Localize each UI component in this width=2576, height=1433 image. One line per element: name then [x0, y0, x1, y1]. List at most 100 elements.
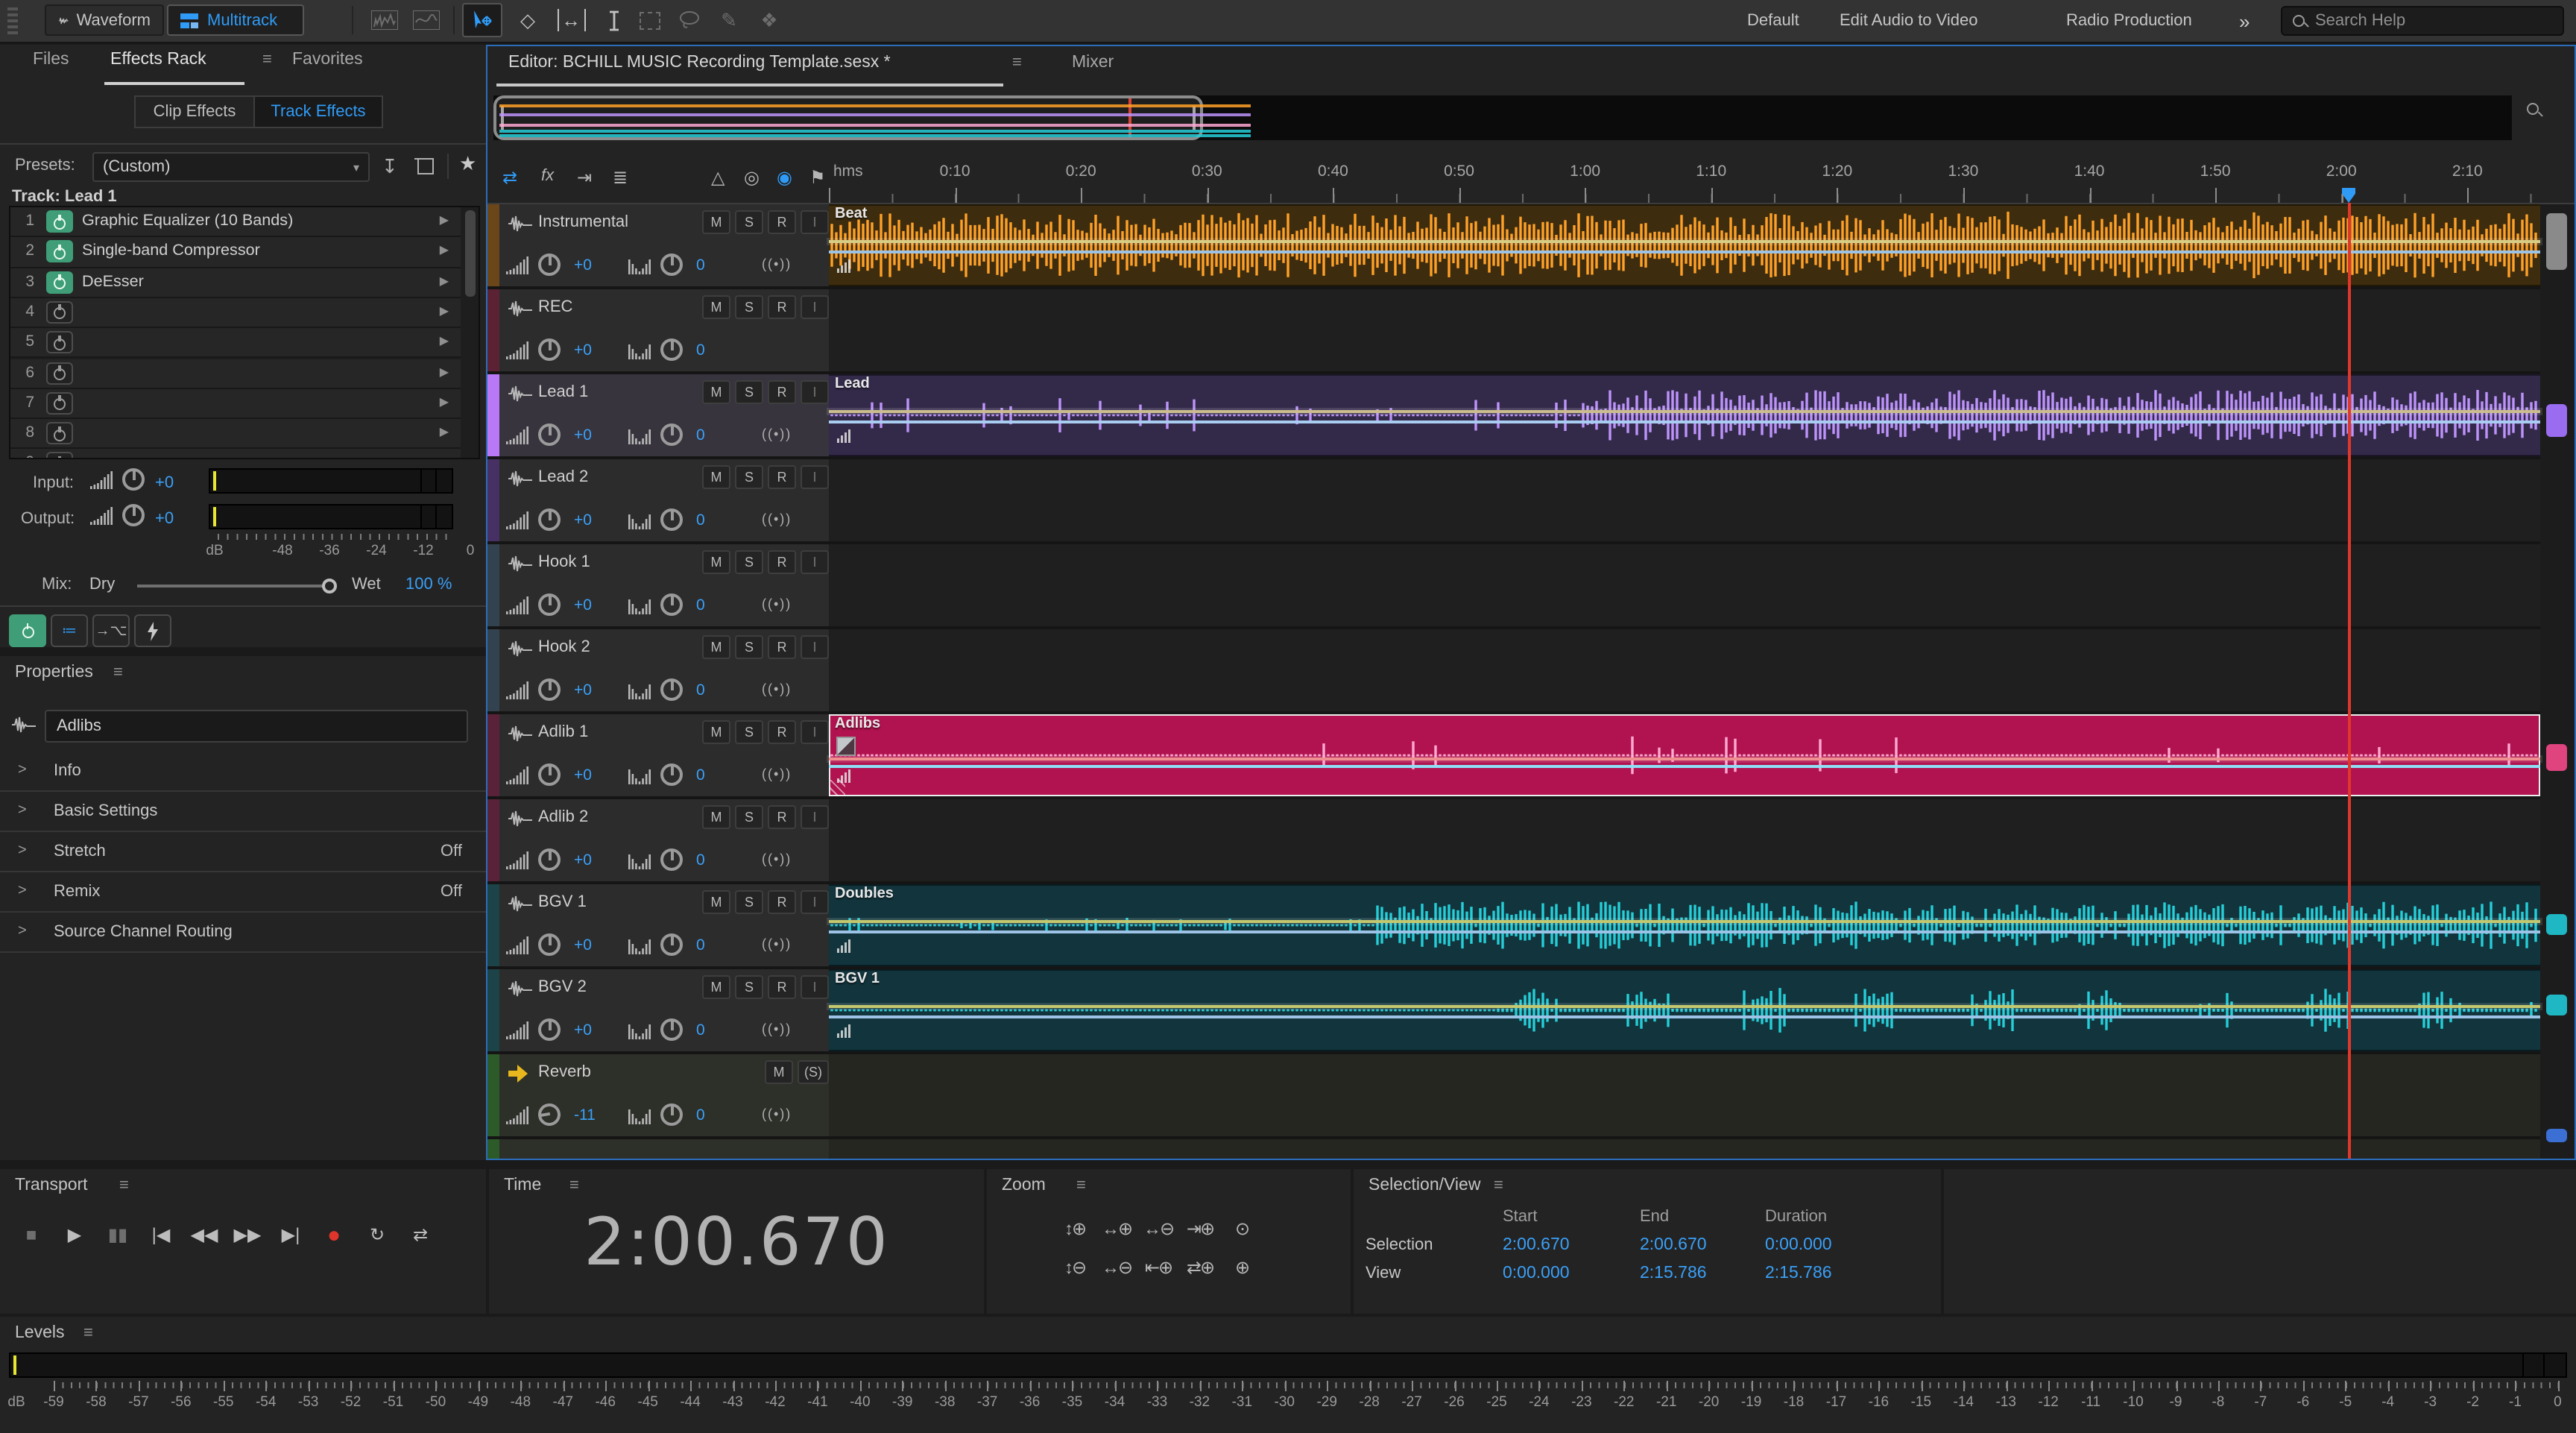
track-r-button[interactable]: R [768, 550, 796, 574]
navigator-viewport[interactable] [493, 95, 1203, 140]
marquee-selection-tool[interactable] [632, 4, 668, 36]
volume-value[interactable]: -11 [574, 1106, 596, 1124]
time-display[interactable]: 2:00.670 [489, 1205, 984, 1281]
track-name[interactable]: Instrumental [538, 213, 628, 231]
track-i-button[interactable]: I [801, 975, 829, 999]
effect-slot-row[interactable]: 2Single-band Compressor▶ [10, 238, 461, 268]
chevron-right-icon[interactable]: ▶ [440, 365, 449, 378]
track-i-button[interactable]: I [801, 295, 829, 319]
volume-value[interactable]: +0 [574, 341, 592, 359]
pan-knob[interactable] [660, 1018, 683, 1041]
pan-value[interactable]: 0 [696, 1021, 705, 1039]
tab-favorites[interactable]: Favorites [292, 51, 363, 69]
effect-slot-row[interactable]: 8▶ [10, 419, 461, 450]
chevron-right-icon[interactable]: ▶ [440, 274, 449, 287]
monitor-input-icon[interactable]: ((•)) [762, 936, 792, 951]
monitor-input-icon[interactable]: ((•)) [762, 1021, 792, 1036]
audio-clip-doubles[interactable]: Doubles [829, 884, 2540, 966]
track-i-button[interactable]: I [801, 210, 829, 234]
monitor-input-icon[interactable]: ((•)) [762, 426, 792, 441]
spectral-pitch-icon[interactable] [408, 4, 444, 36]
track-s-button[interactable]: S [735, 890, 763, 914]
track-s-button[interactable]: S [735, 465, 763, 489]
mix-slider-knob[interactable] [322, 579, 337, 593]
editor-tab[interactable]: Editor: BCHILL MUSIC Recording Template.… [508, 54, 891, 72]
track-m-button[interactable]: M [702, 805, 730, 829]
mix-value[interactable]: 100 % [405, 576, 452, 593]
effect-power-toggle[interactable] [46, 331, 73, 353]
pan-knob[interactable] [660, 593, 683, 616]
volume-knob[interactable] [538, 678, 561, 701]
pan-knob[interactable] [660, 338, 683, 361]
track-r-button[interactable]: R [768, 210, 796, 234]
clip-gain-icon[interactable] [836, 429, 851, 447]
effect-power-toggle[interactable] [46, 422, 73, 444]
effect-power-toggle[interactable] [46, 271, 73, 293]
rack-power-button[interactable] [9, 614, 46, 647]
track-r-button[interactable]: R [768, 380, 796, 404]
input-gain-value[interactable]: +0 [155, 474, 174, 492]
volume-knob[interactable] [538, 253, 561, 276]
panel-menu-icon[interactable]: ≡ [569, 1177, 579, 1194]
track-effects-button[interactable]: Track Effects [253, 95, 383, 128]
effect-power-toggle[interactable] [46, 362, 73, 384]
track-header[interactable]: ReverbM(S)-110((•)) [487, 1054, 829, 1136]
metering-icon[interactable]: ≣ [613, 167, 628, 188]
rack-scrollbar[interactable] [465, 210, 476, 297]
volume-value[interactable]: +0 [574, 766, 592, 784]
chevron-right-icon[interactable]: ▶ [440, 213, 449, 227]
panel-menu-icon[interactable]: ≡ [1494, 1177, 1503, 1194]
track-header[interactable]: BGV 2MSRI+00((•)) [487, 969, 829, 1051]
panel-menu-icon[interactable]: ≡ [1012, 54, 1022, 72]
metronome-icon[interactable]: △ [711, 167, 724, 188]
pan-value[interactable]: 0 [696, 426, 705, 444]
mixer-tab[interactable]: Mixer [1072, 54, 1114, 72]
zoom-in-amplitude-button[interactable]: ↕⊕ [1055, 1214, 1094, 1244]
track-m-button[interactable]: M [702, 380, 730, 404]
pre-render-toggle-button[interactable]: ≔ [51, 614, 88, 647]
more-workspaces-chevron[interactable]: » [2239, 0, 2250, 42]
toggle-keyframes-icon[interactable]: ⇄ [502, 167, 517, 188]
track-i-button[interactable]: I [801, 465, 829, 489]
track-lane[interactable] [829, 1139, 2540, 1159]
view-end[interactable]: 2:15.786 [1640, 1264, 1707, 1282]
track-name[interactable]: Lead 1 [538, 383, 588, 401]
volume-envelope-line[interactable] [829, 410, 2540, 413]
clip-effects-button[interactable]: Clip Effects [134, 95, 255, 128]
track-m-button[interactable]: M [765, 1060, 793, 1084]
process-effects-button[interactable] [134, 614, 171, 647]
track-m-button[interactable]: M [702, 635, 730, 659]
audio-clip-lead[interactable]: Lead [829, 374, 2540, 456]
presets-dropdown[interactable]: (Custom) ▾ [92, 152, 370, 182]
ibeam-tool[interactable] [596, 4, 632, 36]
pan-knob[interactable] [660, 423, 683, 446]
time-selection-tool[interactable]: ↔ [549, 4, 593, 36]
track-s-button[interactable]: S [735, 975, 763, 999]
effect-slot-row[interactable]: 7▶ [10, 389, 461, 420]
save-preset-icon[interactable]: ↧ [382, 155, 398, 179]
volume-value[interactable]: +0 [574, 681, 592, 699]
volume-envelope-line[interactable] [829, 1005, 2540, 1008]
track-s-button[interactable]: S [735, 805, 763, 829]
volume-value[interactable]: +0 [574, 426, 592, 444]
search-help-input[interactable]: Search Help [2281, 6, 2564, 36]
track-m-button[interactable]: M [702, 210, 730, 234]
track-name[interactable]: Hook 1 [538, 553, 590, 571]
go-to-start-button[interactable]: |◀ [142, 1220, 180, 1250]
pan-knob[interactable] [660, 763, 683, 786]
workspace-default[interactable]: Default [1747, 0, 1799, 42]
snap-icon[interactable]: ◎ [744, 167, 760, 188]
track-m-button[interactable]: M [702, 890, 730, 914]
track-i-button[interactable]: I [801, 720, 829, 744]
panel-menu-icon[interactable]: ≡ [83, 1324, 93, 1342]
chevron-right-icon[interactable]: ▶ [440, 425, 449, 438]
panel-menu-icon[interactable]: ≡ [113, 664, 123, 681]
track-header[interactable]: Lead 2MSRI+00((•)) [487, 459, 829, 541]
volume-knob[interactable] [538, 508, 561, 531]
pan-knob[interactable] [660, 933, 683, 956]
selection-duration[interactable]: 0:00.000 [1765, 1236, 1832, 1254]
effect-slot-row[interactable]: 9▶ [10, 450, 461, 459]
track-r-button[interactable]: R [768, 295, 796, 319]
effect-power-toggle[interactable] [46, 301, 73, 324]
track-i-button[interactable]: I [801, 635, 829, 659]
